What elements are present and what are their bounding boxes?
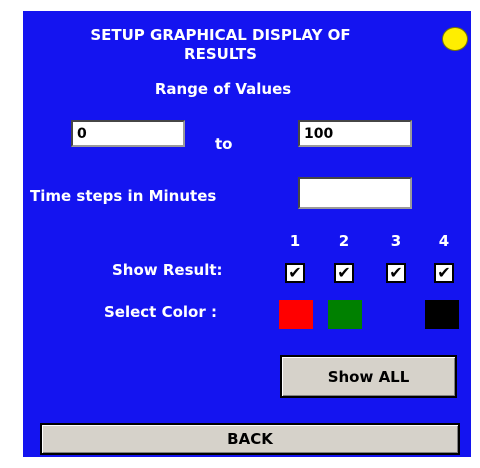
page-title: SETUP GRAPHICAL DISPLAY OF RESULTS [23, 26, 418, 64]
column-number-4: 4 [438, 232, 450, 250]
range-min-input[interactable] [71, 120, 185, 147]
back-button[interactable]: BACK [40, 423, 460, 455]
status-indicator-icon[interactable] [442, 27, 468, 51]
check-icon: ✔ [389, 263, 403, 282]
column-number-3: 3 [390, 232, 402, 250]
show-result-label: Show Result: [112, 261, 223, 279]
time-steps-label: Time steps in Minutes [30, 187, 217, 205]
check-icon: ✔ [337, 263, 351, 282]
color-swatch-4[interactable] [425, 300, 459, 329]
show-result-checkbox-4[interactable]: ✔ [434, 263, 454, 283]
time-steps-input[interactable] [298, 177, 412, 209]
title-line-2: RESULTS [184, 45, 257, 63]
color-swatch-3[interactable] [379, 300, 413, 329]
show-result-checkbox-3[interactable]: ✔ [386, 263, 406, 283]
column-number-2: 2 [338, 232, 350, 250]
range-of-values-heading: Range of Values [154, 80, 292, 98]
title-line-1: SETUP GRAPHICAL DISPLAY OF [90, 26, 351, 44]
range-max-input[interactable] [298, 120, 412, 147]
select-color-label: Select Color : [104, 303, 217, 321]
column-number-1: 1 [289, 232, 301, 250]
to-label: to [215, 135, 233, 153]
check-icon: ✔ [288, 263, 302, 282]
color-swatch-1[interactable] [279, 300, 313, 329]
color-swatch-2[interactable] [328, 300, 362, 329]
check-icon: ✔ [437, 263, 451, 282]
show-result-checkbox-2[interactable]: ✔ [334, 263, 354, 283]
show-all-button[interactable]: Show ALL [280, 355, 457, 398]
setup-panel: SETUP GRAPHICAL DISPLAY OF RESULTS Range… [23, 11, 471, 457]
show-result-checkbox-1[interactable]: ✔ [285, 263, 305, 283]
